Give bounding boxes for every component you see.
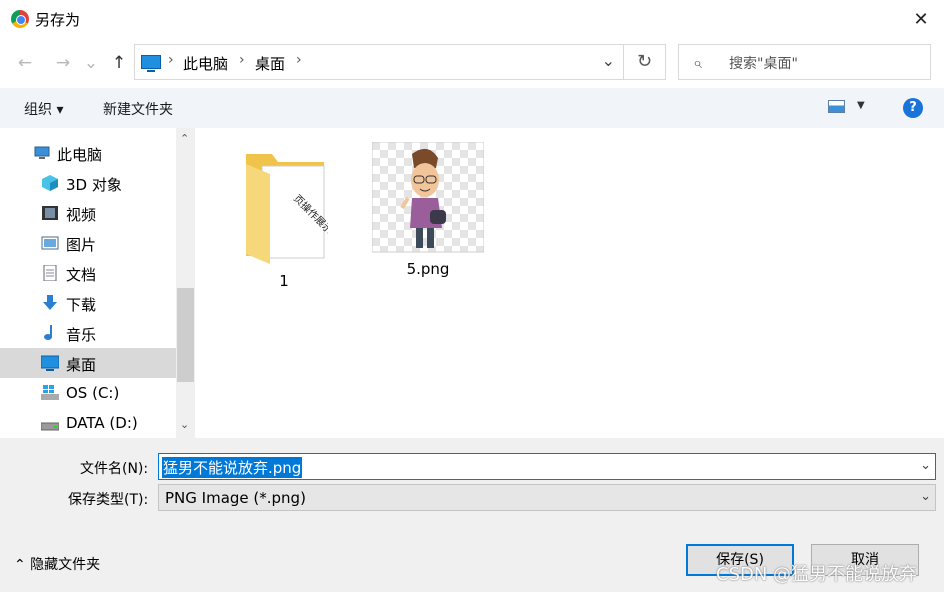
filename-input[interactable]: 猛男不能说放弃.png ⌄ bbox=[158, 453, 936, 480]
title-bar: 另存为 ✕ bbox=[0, 0, 944, 38]
cube-3d-icon bbox=[42, 175, 58, 191]
navigation-pane: 此电脑 3D 对象 视频 图片 文档 下载 音乐 桌面 OS (C:) DATA… bbox=[0, 128, 176, 438]
back-button[interactable]: ← bbox=[13, 52, 37, 74]
sidebar-item-videos[interactable]: 视频 bbox=[0, 198, 176, 228]
picture-icon bbox=[41, 236, 59, 250]
file-name: 1 bbox=[279, 272, 289, 290]
breadcrumb-separator[interactable]: › bbox=[239, 52, 245, 68]
scroll-down-button[interactable]: ⌄ bbox=[180, 418, 189, 431]
folder-item[interactable]: 页操作展示 1 bbox=[228, 140, 340, 290]
sidebar-item-label: OS (C:) bbox=[66, 384, 120, 402]
sidebar-item-documents[interactable]: 文档 bbox=[0, 258, 176, 288]
desktop-icon bbox=[41, 355, 59, 371]
sidebar-item-data-d[interactable]: DATA (D:) bbox=[0, 408, 176, 438]
sidebar-item-3d-objects[interactable]: 3D 对象 bbox=[0, 168, 176, 198]
image-thumbnail bbox=[372, 142, 484, 253]
download-arrow-icon bbox=[43, 295, 57, 310]
filetype-value: PNG Image (*.png) bbox=[165, 489, 306, 507]
folder-icon: 页操作展示 bbox=[246, 154, 328, 264]
scroll-thumb[interactable] bbox=[177, 288, 194, 382]
breadcrumb-separator[interactable]: › bbox=[296, 52, 302, 68]
sidebar-item-label: 文档 bbox=[66, 266, 97, 284]
sidebar-item-label: 下载 bbox=[66, 296, 97, 314]
music-note-icon bbox=[44, 325, 52, 340]
search-icon: ⌕ bbox=[693, 53, 702, 72]
sidebar-item-this-pc[interactable]: 此电脑 bbox=[0, 138, 176, 168]
refresh-button[interactable]: ↻ bbox=[624, 44, 666, 80]
sidebar-item-label: 此电脑 bbox=[57, 146, 103, 164]
hide-folders-button[interactable]: ⌃ 隐藏文件夹 bbox=[14, 554, 100, 574]
breadcrumb-desktop[interactable]: 桌面 bbox=[255, 53, 285, 74]
new-folder-button[interactable]: 新建文件夹 bbox=[103, 99, 173, 119]
windows-drive-icon bbox=[41, 385, 59, 400]
command-bar: 组织 ▾ 新建文件夹 bbox=[0, 88, 944, 128]
sidebar-item-label: 音乐 bbox=[66, 326, 97, 344]
sidebar-item-downloads[interactable]: 下载 bbox=[0, 288, 176, 318]
file-name: 5.png bbox=[406, 260, 450, 278]
drive-icon bbox=[41, 422, 59, 431]
document-icon bbox=[43, 265, 57, 281]
desktop-icon bbox=[141, 55, 161, 72]
filename-dropdown-button[interactable]: ⌄ bbox=[920, 458, 931, 473]
view-options-dropdown[interactable]: ▼ bbox=[857, 100, 865, 111]
chrome-icon bbox=[11, 10, 29, 28]
sidebar-item-music[interactable]: 音乐 bbox=[0, 318, 176, 348]
sidebar-item-label: 3D 对象 bbox=[66, 176, 122, 194]
organize-menu[interactable]: 组织 ▾ bbox=[24, 99, 63, 119]
window-title: 另存为 bbox=[35, 11, 81, 29]
recent-locations-button[interactable]: ⌄ bbox=[82, 52, 100, 74]
navigation-scrollbar[interactable]: ⌃ ⌄ bbox=[176, 128, 195, 438]
filename-label: 文件名(N): bbox=[80, 461, 149, 477]
film-icon bbox=[42, 206, 58, 220]
help-icon[interactable]: ? bbox=[903, 98, 923, 118]
forward-button[interactable]: → bbox=[51, 52, 75, 74]
address-bar[interactable]: › 此电脑 › 桌面 › ⌄ bbox=[134, 44, 624, 80]
image-file-item[interactable]: 5.png bbox=[372, 140, 484, 290]
filetype-select[interactable]: PNG Image (*.png) ⌄ bbox=[158, 484, 936, 511]
filetype-label: 保存类型(T): bbox=[68, 492, 149, 508]
filetype-dropdown-button[interactable]: ⌄ bbox=[920, 489, 931, 504]
sidebar-item-label: 桌面 bbox=[66, 356, 97, 374]
watermark: CSDN @猛男不能说放弃 bbox=[716, 564, 918, 585]
filename-value[interactable]: 猛男不能说放弃.png bbox=[162, 457, 303, 478]
breadcrumb-separator[interactable]: › bbox=[168, 52, 174, 68]
sidebar-item-desktop[interactable]: 桌面 bbox=[0, 348, 176, 378]
sidebar-item-os-c[interactable]: OS (C:) bbox=[0, 378, 176, 408]
sidebar-item-label: 图片 bbox=[66, 236, 97, 254]
address-dropdown-button[interactable]: ⌄ bbox=[602, 51, 615, 70]
change-view-icon[interactable] bbox=[828, 100, 845, 113]
search-placeholder: 搜索"桌面" bbox=[729, 56, 798, 72]
close-button[interactable]: ✕ bbox=[898, 0, 944, 38]
sidebar-item-label: DATA (D:) bbox=[66, 414, 138, 432]
sidebar-item-label: 视频 bbox=[66, 206, 97, 224]
breadcrumb-this-pc[interactable]: 此电脑 bbox=[183, 53, 228, 74]
file-list: 页操作展示 1 5.png bbox=[196, 128, 944, 438]
up-button[interactable]: ↑ bbox=[107, 52, 131, 74]
scroll-up-button[interactable]: ⌃ bbox=[180, 132, 189, 145]
search-box[interactable]: ⌕ 搜索"桌面" bbox=[678, 44, 931, 80]
sidebar-item-pictures[interactable]: 图片 bbox=[0, 228, 176, 258]
computer-icon bbox=[34, 146, 50, 159]
